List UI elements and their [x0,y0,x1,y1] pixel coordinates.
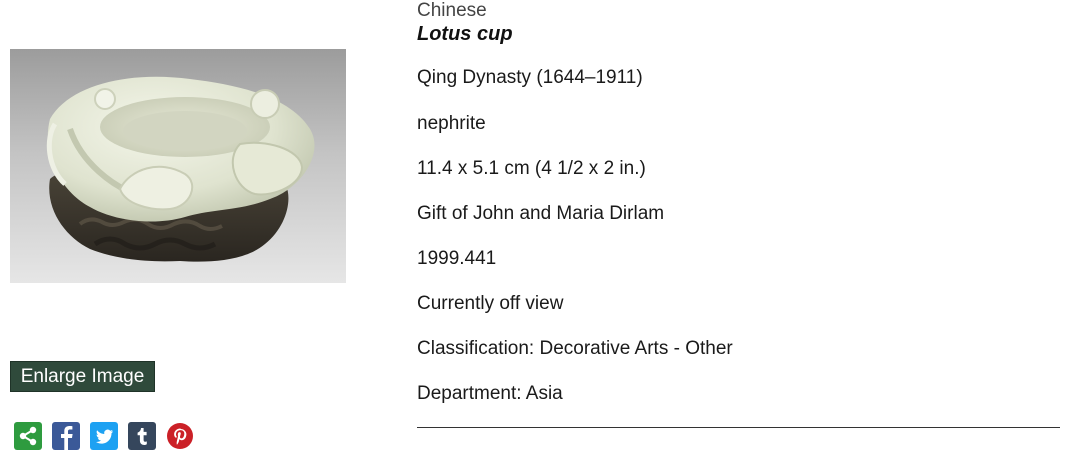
tumblr-icon[interactable] [128,422,156,450]
object-classification: Classification: Decorative Arts - Other [417,338,733,359]
pinterest-icon[interactable] [166,422,194,450]
object-accession-number: 1999.441 [417,248,497,269]
artwork-image[interactable] [10,49,346,283]
object-title: Lotus cup [417,23,513,45]
object-dimensions: 11.4 x 5.1 cm (4 1/2 x 2 in.) [417,158,646,179]
facebook-icon[interactable] [52,422,80,450]
share-icon[interactable] [14,422,42,450]
share-bar [14,422,194,452]
twitter-icon[interactable] [90,422,118,450]
object-department: Department: Asia [417,383,563,404]
divider [417,427,1060,428]
object-culture: Chinese [417,0,487,21]
object-date: Qing Dynasty (1644–1911) [417,67,643,88]
object-medium: nephrite [417,113,486,134]
object-credit-line: Gift of John and Maria Dirlam [417,203,665,224]
object-location-status: Currently off view [417,293,564,314]
enlarge-image-button[interactable]: Enlarge Image [10,361,155,392]
